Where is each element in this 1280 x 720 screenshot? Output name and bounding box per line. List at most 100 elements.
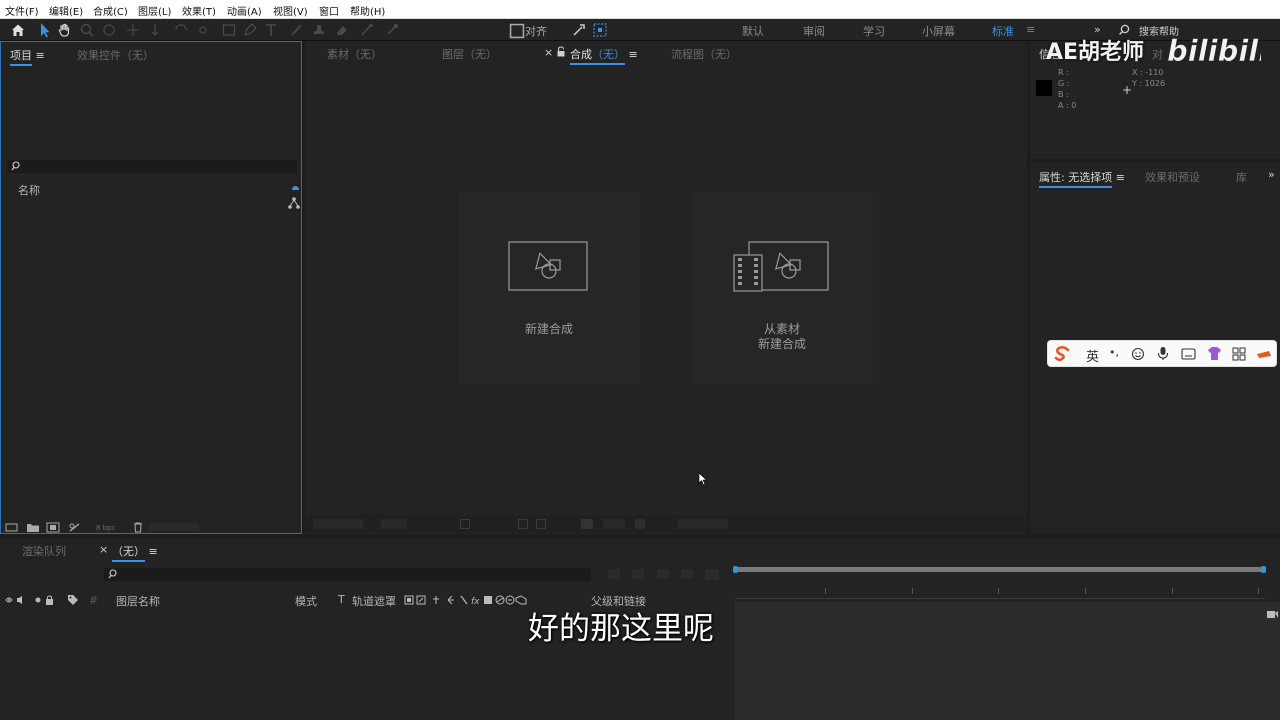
sogou-logo-icon[interactable]: [1054, 346, 1072, 362]
label-tag-icon[interactable]: [67, 594, 79, 606]
skin-icon[interactable]: [1206, 345, 1223, 362]
timeline-tab-close[interactable]: ×: [99, 543, 108, 556]
tab-composition[interactable]: 合成（无） ≡: [570, 46, 638, 65]
time-ruler[interactable]: [735, 578, 1265, 599]
anchor-tool-icon[interactable]: [124, 21, 142, 39]
menu-edit[interactable]: 编辑(E): [49, 3, 83, 18]
tab-effects-presets[interactable]: 效果和预设: [1145, 169, 1200, 185]
column-layer-name[interactable]: 图层名称: [116, 593, 160, 609]
ime-extra-icon[interactable]: [1256, 348, 1272, 360]
orbit-icon[interactable]: [194, 21, 212, 39]
workspace-learn[interactable]: 学习: [863, 23, 885, 39]
shy-layers-icon[interactable]: [632, 569, 644, 579]
motion-blur-icon[interactable]: [681, 569, 693, 579]
work-area-end-handle[interactable]: [1261, 566, 1266, 573]
type-tool-icon[interactable]: [262, 21, 280, 39]
magnification-dropdown[interactable]: [313, 519, 363, 529]
work-area-start-handle[interactable]: [733, 566, 738, 573]
snapshot-icon[interactable]: [581, 519, 593, 529]
workspace-menu-icon[interactable]: ≡: [1026, 23, 1035, 36]
pen-tool-icon[interactable]: [241, 21, 259, 39]
snap-icon[interactable]: [570, 21, 588, 39]
workspace-small-screen[interactable]: 小屏幕: [922, 23, 955, 39]
roto-brush-icon[interactable]: [358, 21, 376, 39]
new-composition-icon[interactable]: [46, 522, 60, 533]
bit-depth-button[interactable]: 8 bpc: [96, 524, 115, 532]
trash-icon[interactable]: [132, 521, 144, 533]
mask-visibility-icon[interactable]: [536, 519, 546, 529]
new-composition-from-footage-card[interactable]: 从素材 新建合成: [691, 192, 873, 384]
draft-3d-icon[interactable]: [608, 569, 620, 579]
tab-layer[interactable]: 图层（无）: [442, 46, 497, 62]
stamp-tool-icon[interactable]: [310, 21, 328, 39]
timeline-search-input[interactable]: [104, 568, 591, 581]
timeline-track-area[interactable]: [735, 602, 1280, 720]
project-search-input[interactable]: [7, 160, 297, 173]
menu-layer[interactable]: 图层(L): [138, 3, 171, 18]
tab-composition-close[interactable]: ×: [544, 46, 553, 59]
layer-switches-icons[interactable]: fx: [404, 594, 532, 607]
tab-render-queue[interactable]: 渲染队列: [22, 543, 66, 559]
camera-dropdown[interactable]: [678, 519, 728, 529]
tab-timeline-comp[interactable]: （无） ≡: [112, 543, 158, 562]
project-settings-icon[interactable]: [68, 522, 82, 533]
interpret-footage-icon[interactable]: [5, 522, 19, 533]
lock-icon[interactable]: [556, 46, 566, 57]
menu-help[interactable]: 帮助(H): [350, 3, 385, 18]
column-name-header[interactable]: 名称: [18, 182, 40, 198]
workspace-default[interactable]: 默认: [742, 23, 764, 39]
zoom-tool-icon[interactable]: [78, 21, 96, 39]
rotate-tool-icon[interactable]: [100, 21, 118, 39]
rectangle-tool-icon[interactable]: [220, 21, 238, 39]
toolbox-grid-icon[interactable]: [1232, 347, 1246, 361]
new-folder-icon[interactable]: [26, 522, 40, 533]
menu-composition[interactable]: 合成(C): [93, 3, 128, 18]
more-panels-icon[interactable]: »: [1268, 168, 1275, 181]
frame-blending-icon[interactable]: [657, 569, 669, 579]
puppet-tool-icon[interactable]: [383, 21, 401, 39]
tab-effect-controls[interactable]: 效果控件（无）: [77, 47, 154, 63]
region-of-interest-icon[interactable]: [460, 519, 470, 529]
tab-properties[interactable]: 属性: 无选择项 ≡: [1039, 169, 1125, 188]
menu-effect[interactable]: 效果(T): [182, 3, 216, 18]
menu-window[interactable]: 窗口: [319, 3, 339, 18]
keyboard-icon[interactable]: [1181, 347, 1196, 361]
channel-icon[interactable]: [635, 519, 645, 529]
microphone-icon[interactable]: [1156, 346, 1170, 361]
graph-editor-icon[interactable]: [705, 569, 719, 580]
project-scroll-bar[interactable]: [149, 523, 199, 531]
flowchart-icon[interactable]: [287, 196, 301, 210]
work-area-bar[interactable]: [735, 567, 1265, 572]
emoji-icon[interactable]: [1131, 347, 1145, 361]
menu-file[interactable]: 文件(F): [5, 3, 39, 18]
comp-marker-bin-icon[interactable]: [1265, 608, 1279, 620]
punctuation-icon[interactable]: •,: [1109, 346, 1119, 359]
ime-language-toggle[interactable]: 英: [1086, 346, 1099, 365]
align-checkbox[interactable]: [508, 22, 525, 39]
eraser-tool-icon[interactable]: [332, 21, 350, 39]
menu-view[interactable]: 视图(V): [273, 3, 308, 18]
transparency-grid-icon[interactable]: [518, 519, 528, 529]
menu-animation[interactable]: 动画(A): [227, 3, 262, 18]
column-preserve-transparency[interactable]: T: [338, 593, 345, 606]
selection-tool-icon[interactable]: [36, 21, 54, 39]
undo-icon[interactable]: [172, 21, 190, 39]
av-feature-switch-icons[interactable]: [5, 594, 57, 606]
new-composition-card[interactable]: 新建合成: [458, 192, 640, 384]
home-icon[interactable]: [9, 21, 27, 39]
tab-library[interactable]: 库: [1236, 169, 1247, 185]
snapping-target-icon[interactable]: [591, 21, 609, 39]
workspace-standard[interactable]: 标准: [992, 23, 1014, 39]
tab-flowchart[interactable]: 流程图（无）: [671, 46, 737, 62]
brush-tool-icon[interactable]: [288, 21, 306, 39]
workspace-review[interactable]: 审阅: [803, 23, 825, 39]
tab-project[interactable]: 项目 ≡: [10, 47, 45, 66]
column-mode[interactable]: 模式: [295, 593, 317, 609]
hand-tool-icon[interactable]: [56, 21, 74, 39]
current-time-display[interactable]: [603, 519, 625, 529]
move-tool-icon[interactable]: [146, 21, 164, 39]
tab-audio[interactable]: 对: [1152, 46, 1163, 62]
tab-footage[interactable]: 素材（无）: [327, 46, 382, 62]
column-track-matte[interactable]: 轨道遮罩: [352, 593, 396, 609]
resolution-dropdown[interactable]: [381, 519, 407, 529]
